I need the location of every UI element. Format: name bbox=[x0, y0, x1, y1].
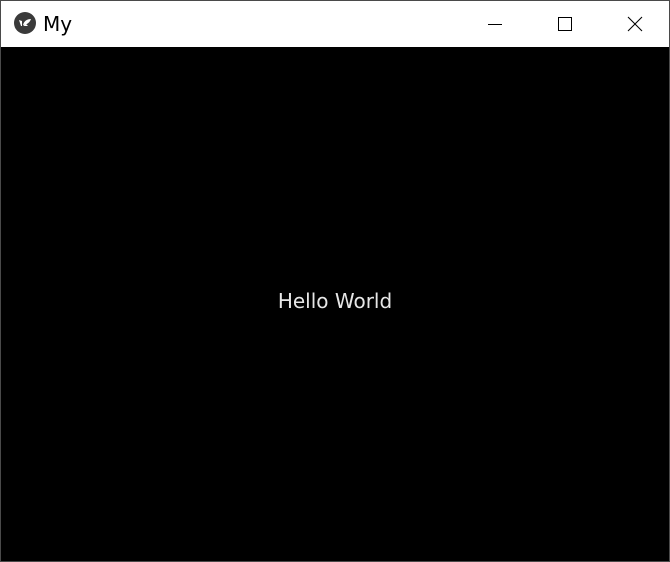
kivy-logo-icon[interactable] bbox=[14, 12, 36, 34]
close-button[interactable] bbox=[600, 1, 669, 47]
minimize-icon bbox=[487, 16, 503, 32]
title-bar[interactable]: My bbox=[1, 1, 669, 47]
window-title: My bbox=[43, 12, 73, 36]
maximize-button[interactable] bbox=[530, 1, 600, 47]
minimize-button[interactable] bbox=[460, 1, 530, 47]
app-window: My Hello World bbox=[0, 0, 670, 562]
close-icon bbox=[627, 16, 643, 32]
app-content-area: Hello World bbox=[1, 47, 669, 561]
maximize-icon bbox=[557, 16, 573, 32]
hello-world-label: Hello World bbox=[277, 289, 393, 313]
